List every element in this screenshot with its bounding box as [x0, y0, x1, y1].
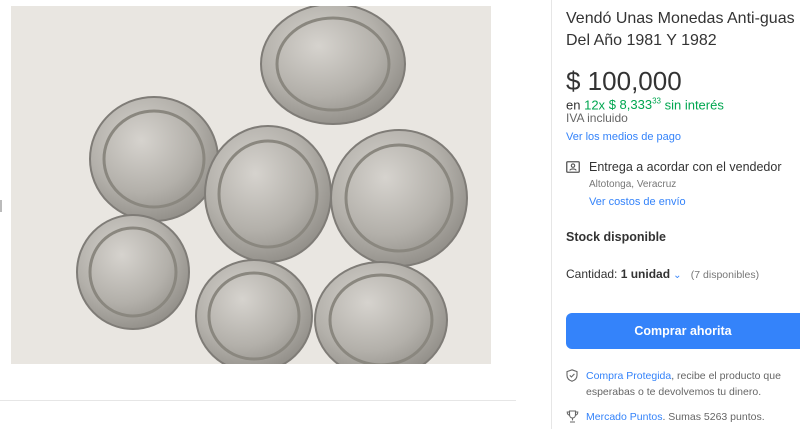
chevron-down-icon[interactable]: ⌄	[673, 270, 681, 281]
coin-1	[260, 6, 406, 125]
quantity-label: Cantidad:	[566, 267, 618, 281]
protection-link[interactable]: Compra Protegida	[586, 370, 671, 382]
gallery-scroll-indicator[interactable]	[0, 200, 2, 212]
delivery-label: Entrega a acordar con el vendedor	[589, 160, 782, 174]
coin-7	[314, 261, 448, 364]
seller-location: Altotonga, Veracruz	[589, 179, 677, 190]
coins-image	[11, 6, 491, 364]
trophy-icon	[566, 410, 579, 423]
gallery-divider	[0, 400, 516, 401]
shield-icon	[566, 369, 578, 382]
points-link[interactable]: Mercado Puntos	[586, 411, 662, 423]
points-text: . Sumas 5263 puntos.	[662, 411, 765, 423]
price-main: $ 100,000	[566, 66, 682, 96]
quantity-available: (7 disponibles)	[690, 269, 760, 281]
stock-status: Stock disponible	[566, 230, 667, 244]
product-title: Vendó Unas Monedas Anti-guas Del Año 198…	[566, 10, 795, 49]
coin-2	[89, 96, 219, 222]
person-card-icon	[566, 161, 580, 173]
installment-cents: 33	[652, 97, 661, 106]
purchase-protection: Compra Protegida, recibe el producto que…	[586, 368, 800, 400]
quantity-selector[interactable]: Cantidad: 1 unidad ⌄ (7 disponibles)	[566, 267, 759, 281]
coin-4	[330, 129, 468, 267]
coin-6	[195, 259, 313, 364]
coin-3	[204, 125, 332, 263]
shipping-costs-link[interactable]: Ver costos de envío	[589, 196, 686, 208]
product-photo[interactable]	[11, 6, 491, 364]
loyalty-points: Mercado Puntos. Sumas 5263 puntos.	[586, 411, 765, 423]
gallery-panel	[0, 0, 551, 429]
installments-suffix: sin interés	[664, 97, 724, 113]
coin-5	[76, 214, 190, 330]
buy-now-button[interactable]: Comprar ahorita	[566, 313, 800, 349]
buy-box: Vendó Unas Monedas Anti-guas Del Año 198…	[552, 0, 800, 429]
payment-methods-link[interactable]: Ver los medios de pago	[566, 131, 681, 143]
tax-note: IVA incluido	[566, 111, 628, 125]
quantity-value[interactable]: 1 unidad	[621, 267, 670, 281]
